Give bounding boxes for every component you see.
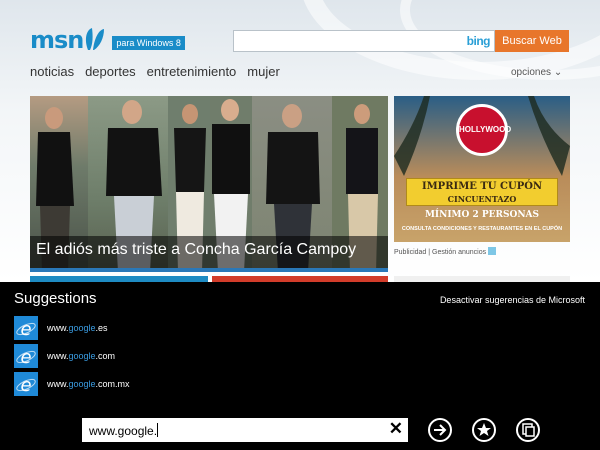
favorites-button[interactable] <box>472 418 496 442</box>
nav-item-noticias[interactable]: noticias <box>30 64 74 79</box>
edition-badge: para Windows 8 <box>112 36 185 50</box>
url-suffix: .es <box>95 323 108 333</box>
ad-terms: CONSULTA CONDICIONES Y RESTAURANTES EN E… <box>401 226 563 232</box>
svg-text:e: e <box>20 375 31 396</box>
disable-suggestions-link[interactable]: Desactivar sugerencias de Microsoft <box>440 295 585 305</box>
chevron-down-icon: ⌄ <box>553 67 563 78</box>
url-prefix: www. <box>47 351 69 361</box>
nav-item-mujer[interactable]: mujer <box>247 64 280 79</box>
url-suffix: .com <box>95 351 116 361</box>
bing-logo: bing <box>466 34 491 48</box>
url-suffix: .com.mx <box>95 379 130 389</box>
caption-overlay: El adiós más triste a Concha García Camp… <box>30 236 388 268</box>
nav-item-deportes[interactable]: deportes <box>85 64 136 79</box>
internet-explorer-icon: e <box>14 372 38 396</box>
feature-photo[interactable]: El adiós más triste a Concha García Camp… <box>30 96 388 272</box>
suggestion-item[interactable]: e www.google.com.mx <box>14 372 130 396</box>
url-match: google <box>68 323 96 333</box>
search-web-button[interactable]: Buscar Web <box>495 30 569 52</box>
tabs-icon <box>522 423 535 437</box>
advertisement-banner[interactable]: HOLLYWOOD IMPRIME TU CUPÓN CINCUENTAZO M… <box>394 96 570 242</box>
go-button[interactable] <box>428 418 452 442</box>
arrow-right-icon <box>434 424 447 436</box>
ad-minimum: MÍNIMO 2 PERSONAS <box>424 210 540 220</box>
text-caret <box>157 423 159 437</box>
url-prefix: www. <box>47 379 69 389</box>
ad-footer[interactable]: Publicidad | Gestión anuncios <box>394 247 497 256</box>
ad-brand: HOLLYWOOD <box>459 125 512 134</box>
suggestions-title: Suggestions <box>14 290 97 307</box>
webpage-content: msn para Windows 8 bing Buscar Web notic… <box>0 0 600 282</box>
msn-logo[interactable]: msn para Windows 8 <box>30 26 185 52</box>
adchoices-icon <box>488 247 497 255</box>
photo-accent-bar <box>30 268 388 272</box>
internet-explorer-icon: e <box>14 316 38 340</box>
main-nav: noticias deportes entretenimiento mujer <box>30 64 280 79</box>
close-icon[interactable]: ✕ <box>389 419 403 439</box>
url-prefix: www. <box>47 323 69 333</box>
suggestions-panel: Suggestions Desactivar sugerencias de Mi… <box>0 282 600 450</box>
star-icon <box>477 423 491 436</box>
suggestion-url: www.google.com.mx <box>47 379 130 389</box>
address-bar-input[interactable]: www.google. ✕ <box>82 418 408 442</box>
url-match: google <box>68 379 96 389</box>
hollywood-logo: HOLLYWOOD <box>456 104 512 156</box>
butterfly-icon <box>84 26 106 52</box>
suggestion-item[interactable]: e www.google.es <box>14 316 108 340</box>
address-bar-text: www.google. <box>89 423 159 438</box>
ad-footer-label: Publicidad | Gestión anuncios <box>394 249 487 256</box>
suggestion-url: www.google.es <box>47 323 108 333</box>
msn-logo-text: msn <box>30 26 84 54</box>
options-label: opciones <box>511 67 552 78</box>
svg-text:e: e <box>20 319 31 340</box>
feature-caption[interactable]: El adiós más triste a Concha García Camp… <box>36 241 356 259</box>
ad-subheadline: CINCUENTAZO <box>447 194 517 204</box>
url-match: google <box>68 351 96 361</box>
suggestion-url: www.google.com <box>47 351 115 361</box>
suggestion-item[interactable]: e www.google.com <box>14 344 115 368</box>
nav-item-entretenimiento[interactable]: entretenimiento <box>147 64 237 79</box>
options-menu[interactable]: opciones ⌄ <box>511 67 562 78</box>
tabs-button[interactable] <box>516 418 540 442</box>
internet-explorer-icon: e <box>14 344 38 368</box>
ad-headline: IMPRIME TU CUPÓN <box>421 181 543 192</box>
ad-coupon-band: IMPRIME TU CUPÓN CINCUENTAZO <box>406 178 558 206</box>
address-value: www.google. <box>89 424 158 438</box>
web-search-input[interactable]: bing <box>233 30 495 52</box>
svg-text:e: e <box>20 347 31 368</box>
